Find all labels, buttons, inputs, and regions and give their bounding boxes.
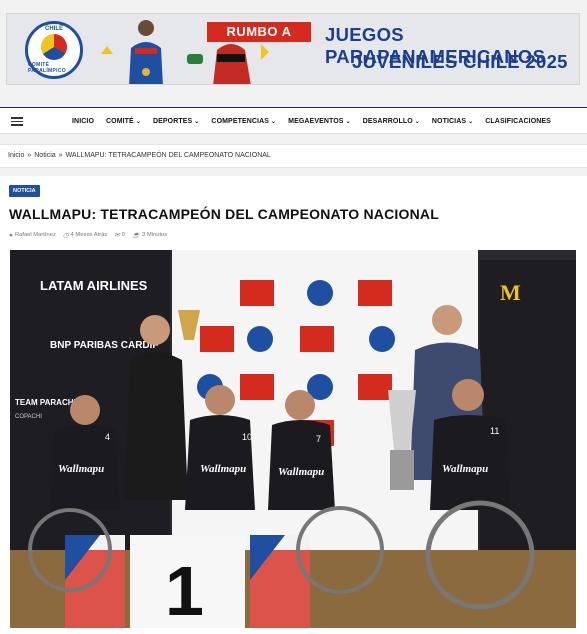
paralympic-committee-logo: CHILE COMITÉ PARALÍMPICO — [25, 21, 83, 79]
breadcrumb-current: WALLMAPU: TETRACAMPEÓN DEL CAMPEONATO NA… — [65, 152, 271, 159]
author-meta[interactable]: ● Rafael Martínez — [9, 232, 56, 239]
category-badge[interactable]: NOTICIA — [9, 185, 40, 197]
nav-item-comite[interactable]: COMITÉ ⌄ — [106, 118, 141, 125]
comments-meta[interactable]: ✉ 0 — [114, 231, 125, 239]
date-meta: ◷ 4 Meses Atrás — [62, 232, 108, 239]
breadcrumb: Inicio» Noticia» WALLMAPU: TETRACAMPEÓN DE… — [0, 144, 587, 168]
article-title: WALLMAPU: TETRACAMPEÓN DEL CAMPEONATO NA… — [9, 206, 439, 222]
chevron-down-icon: ⌄ — [271, 119, 277, 125]
nav-item-noticias[interactable]: NOTICIAS ⌄ — [432, 118, 473, 125]
team-celebration-photo: LATAM AIRLINES BNP PARIBAS CARDIF TEAM P… — [10, 250, 576, 628]
svg-text:Wallmapu: Wallmapu — [278, 466, 324, 478]
sponsor-latam: LATAM AIRLINES — [40, 278, 148, 293]
article-card: NOTICIA WALLMAPU: TETRACAMPEÓN DEL CAMPE… — [0, 176, 587, 634]
main-nav: INICIO COMITÉ ⌄ DEPORTES ⌄ COMPETENCIAS ⌄ M… — [0, 107, 587, 134]
nav-item-megaeventos[interactable]: MEGAEVENTOS ⌄ — [288, 118, 351, 125]
clock-icon: ◷ — [62, 232, 69, 239]
svg-text:M: M — [500, 280, 521, 305]
nav-item-inicio[interactable]: INICIO — [72, 118, 94, 125]
article-meta: ● Rafael Martínez ◷ 4 Meses Atrás ✉ 0 ☕ 3 Mi… — [9, 231, 174, 240]
coffee-icon: ☕ — [131, 232, 141, 239]
chevron-down-icon: ⌄ — [135, 119, 141, 125]
jersey-number: 7 — [316, 434, 321, 444]
paralympic-logo-mark — [41, 34, 67, 60]
nav-item-clasificaciones[interactable]: CLASIFICACIONES — [485, 118, 551, 125]
user-icon: ● — [9, 231, 13, 239]
banner-title-line2: JUVENILES CHILE 2025 — [352, 51, 568, 72]
jersey-number: 11 — [490, 426, 499, 436]
breadcrumb-section[interactable]: Noticia — [34, 152, 55, 159]
nav-item-desarrollo[interactable]: DESARROLLO ⌄ — [363, 118, 420, 125]
breadcrumb-home[interactable]: Inicio — [8, 152, 24, 159]
chevron-down-icon: ⌄ — [345, 119, 351, 125]
chevron-down-icon: ⌄ — [414, 119, 420, 125]
nav-menu: INICIO COMITÉ ⌄ DEPORTES ⌄ COMPETENCIAS ⌄ M… — [72, 108, 563, 135]
top-banner[interactable]: CHILE COMITÉ PARALÍMPICO RUMBO A JUEGOS … — [6, 13, 580, 85]
read-time-meta: ☕ 3 Minutos — [131, 232, 168, 239]
podium-number: 1 — [165, 552, 204, 628]
comment-icon: ✉ — [114, 232, 120, 239]
chevron-down-icon: ⌄ — [468, 119, 474, 125]
sponsor-copachi: COPACHI — [15, 414, 42, 420]
nav-item-competencias[interactable]: COMPETENCIAS ⌄ — [211, 118, 276, 125]
jersey-number: 4 — [105, 432, 110, 442]
nav-item-deportes[interactable]: DEPORTES ⌄ — [153, 118, 199, 125]
jersey-text: Wallmapu — [58, 463, 104, 475]
svg-text:Wallmapu: Wallmapu — [200, 463, 246, 475]
svg-text:Wallmapu: Wallmapu — [442, 463, 488, 475]
hamburger-menu-icon[interactable] — [11, 117, 23, 126]
sponsor-bnp: BNP PARIBAS CARDIF — [50, 340, 159, 351]
rumbo-label: RUMBO A — [207, 22, 311, 42]
chevron-down-icon: ⌄ — [194, 119, 200, 125]
jersey-number: 10 — [242, 432, 252, 442]
